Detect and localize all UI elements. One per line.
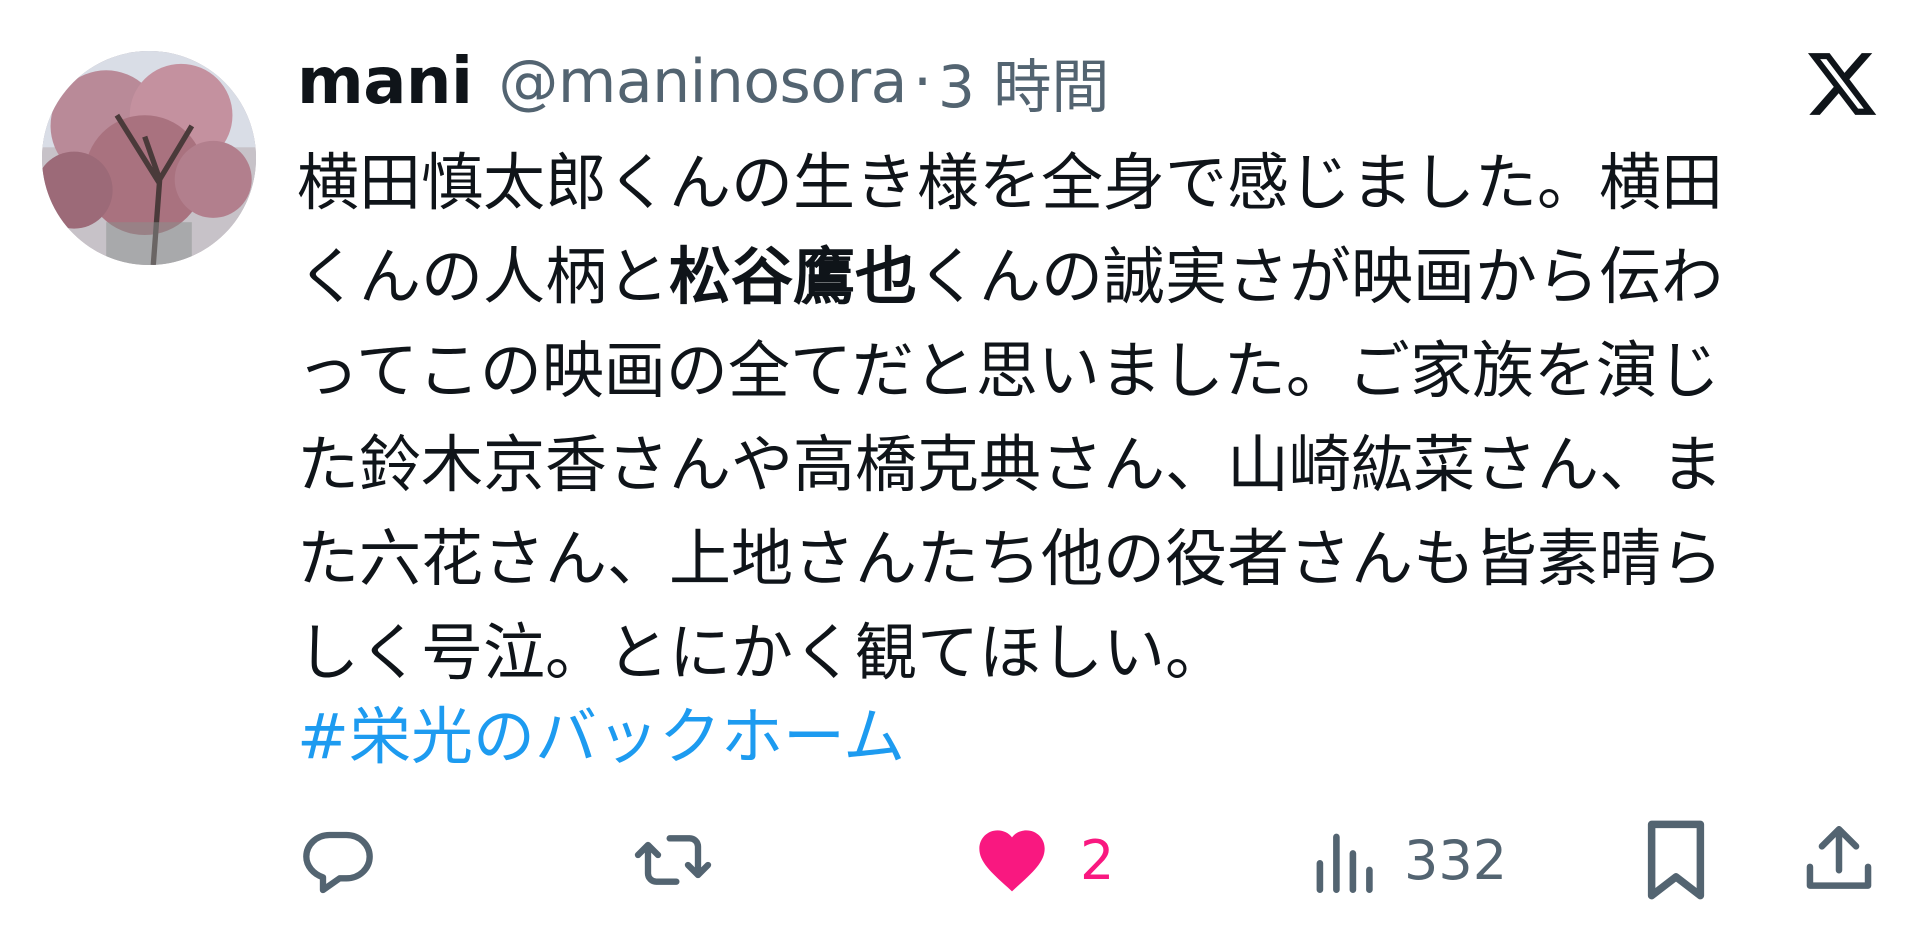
views-icon xyxy=(1316,833,1373,893)
avatar-image xyxy=(42,51,256,265)
tweet-text: 横田慎太郎くんの生き様を全身で感じました。横田 くんの人柄と松谷鷹也くんの誠実さが… xyxy=(297,136,1857,700)
bookmark-button[interactable] xyxy=(1638,815,1714,905)
timestamp[interactable]: 3 時間 xyxy=(938,40,1109,124)
tweet-header: mani @maninosora · 3 時間 xyxy=(297,45,1109,121)
separator-dot: · xyxy=(912,47,933,117)
share-button[interactable] xyxy=(1798,815,1880,905)
tweet-text-line: しく号泣。とにかく観てほしい。 xyxy=(297,606,1857,700)
tweet-text-bold: 松谷鷹也 xyxy=(669,240,918,313)
reply-icon xyxy=(303,831,373,894)
tweet-text-segment: くんの人柄と xyxy=(297,240,670,313)
avatar[interactable] xyxy=(42,51,256,265)
heart-icon xyxy=(979,830,1045,892)
reply-button[interactable] xyxy=(298,815,406,905)
tweet-text-segment: た鈴木京香さんや高橋克典さん、山崎紘菜さん、ま xyxy=(297,428,1724,501)
tweet-text-line: た六花さん、上地さんたち他の役者さんも皆素晴ら xyxy=(297,512,1857,606)
tweet-text-segment: しく号泣。とにかく観てほしい。 xyxy=(297,616,1228,689)
hashtag-link[interactable]: #栄光のバックホーム xyxy=(297,697,905,777)
tweet-text-line: た鈴木京香さんや高橋克典さん、山崎紘菜さん、ま xyxy=(297,418,1857,512)
share-icon xyxy=(1806,826,1872,889)
tweet-card: mani @maninosora · 3 時間 横田慎太郎くんの生き様を全身で感… xyxy=(0,0,1920,952)
bookmark-icon xyxy=(1647,820,1705,900)
tweet-text-segment: ってこの映画の全てだと思いました。ご家族を演じ xyxy=(297,334,1720,407)
retweet-icon xyxy=(634,835,712,885)
like-button[interactable]: 2 xyxy=(972,815,1114,905)
tweet-text-segment: 横田慎太郎くんの生き様を全身で感じました。横田 xyxy=(297,146,1724,219)
tweet-text-segment: くんの誠実さが映画から伝わ xyxy=(917,240,1724,313)
tweet-text-line: 横田慎太郎くんの生き様を全身で感じました。横田 xyxy=(297,136,1857,230)
tweet-text-line: ってこの映画の全てだと思いました。ご家族を演じ xyxy=(297,324,1857,418)
user-handle[interactable]: @maninosora xyxy=(498,47,907,117)
x-logo-icon xyxy=(1804,44,1880,124)
views-count: 332 xyxy=(1404,828,1508,892)
views-button[interactable]: 332 xyxy=(1310,815,1507,905)
tweet-text-segment: た六花さん、上地さんたち他の役者さんも皆素晴ら xyxy=(297,522,1724,595)
tweet-text-line: くんの人柄と松谷鷹也くんの誠実さが映画から伝わ xyxy=(297,230,1857,324)
retweet-button[interactable] xyxy=(630,815,744,905)
action-bar: 2 332 xyxy=(0,815,1920,905)
display-name[interactable]: mani xyxy=(297,45,473,119)
like-count: 2 xyxy=(1080,828,1115,892)
